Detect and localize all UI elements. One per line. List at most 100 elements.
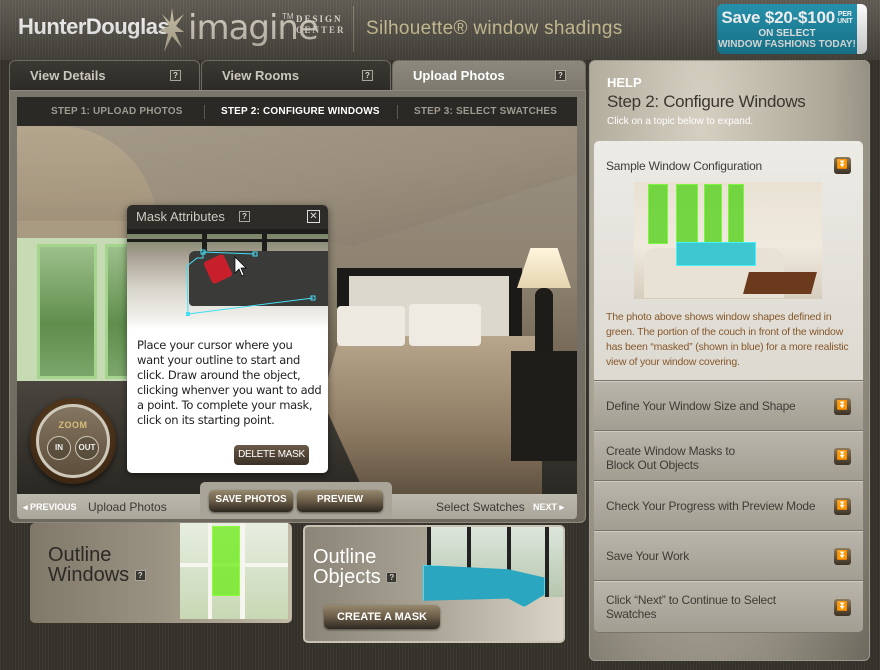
header-divider <box>353 6 354 52</box>
help-icon[interactable]: ? <box>386 572 398 584</box>
help-topic-preview-mode[interactable]: Check Your Progress with Preview Mode ⏬ <box>594 481 863 531</box>
promo-line3: WINDOW FASHIONS TODAY! <box>718 39 856 50</box>
mask-attributes-dialog: Mask Attributes ? ✕ Place your cursor wh… <box>127 205 328 473</box>
expand-icon[interactable]: ⏬ <box>834 548 851 565</box>
step-label: CONFIGURE WINDOWS <box>263 106 380 117</box>
mask-instructions: Place your cursor where you want your ou… <box>137 338 322 427</box>
zoom-out-button[interactable]: OUT <box>75 436 99 460</box>
site-header: HunterDouglas imagine TM DESIGN CENTER S… <box>0 0 880 60</box>
previous-link[interactable]: ◂ PREVIOUS <box>23 502 77 513</box>
tab-view-details[interactable]: View Details ? <box>9 60 200 92</box>
zoom-ring: ZOOM IN OUT <box>36 404 110 478</box>
promo-per: PER <box>837 11 852 18</box>
green-window-outline <box>212 526 240 596</box>
promo-arrow-icon: ▸ <box>861 24 866 33</box>
card-title-text: Objects <box>313 566 381 588</box>
help-icon[interactable]: ? <box>555 70 566 81</box>
card-title: Outline Objects ? <box>313 546 398 588</box>
tab-label: View Rooms <box>222 68 300 83</box>
coffee-table <box>743 272 817 294</box>
step-2[interactable]: STEP 2: CONFIGURE WINDOWS <box>221 106 380 117</box>
design-center-label: DESIGN CENTER <box>296 14 346 36</box>
dialog-title-bar[interactable]: Mask Attributes ? ✕ <box>127 205 328 229</box>
topic-title-line1: Click “Next” to Continue to Select <box>606 593 776 607</box>
card-title-line2: Windows ? <box>48 565 146 585</box>
topic-title: Save Your Work <box>606 549 690 563</box>
blue-mask-shape <box>676 242 756 266</box>
cursor-icon <box>234 256 247 277</box>
help-icon[interactable]: ? <box>134 570 146 582</box>
topic-title-line1: Create Window Masks to <box>606 444 735 458</box>
action-bar: SAVE PHOTOS PREVIEW <box>200 482 392 519</box>
expand-icon[interactable]: ⏬ <box>834 599 851 616</box>
card-title-line2: Objects ? <box>313 566 398 588</box>
promo-unit: UNIT <box>837 18 853 25</box>
help-topic-window-masks[interactable]: Create Window Masks to Block Out Objects… <box>594 431 863 481</box>
tab-label: View Details <box>30 68 106 83</box>
help-icon[interactable]: ? <box>170 70 181 81</box>
step-1[interactable]: STEP 1: UPLOAD PHOTOS <box>51 106 183 117</box>
topic-title-line2: Swatches <box>606 607 657 621</box>
outline-objects-card[interactable]: Outline Objects ? CREATE A MASK <box>303 525 565 643</box>
topic-title: Check Your Progress with Preview Mode <box>606 499 816 513</box>
outline-windows-card[interactable]: Outline Windows ? <box>30 523 292 623</box>
expand-icon[interactable]: ⏬ <box>834 498 851 515</box>
collapse-icon[interactable]: ⏬ <box>834 157 851 174</box>
hunter-douglas-logo[interactable]: HunterDouglas <box>18 14 170 40</box>
nightstand <box>511 351 577 461</box>
promo-per-unit: PER UNIT <box>837 11 853 25</box>
design-label: DESIGN <box>296 14 343 24</box>
zoom-in-button[interactable]: IN <box>47 436 71 460</box>
next-target: Select Swatches <box>436 500 525 514</box>
help-label: HELP <box>607 75 642 90</box>
card-title-line1: Outline <box>313 546 377 568</box>
promo-savings: Save $20-$100 <box>721 8 836 27</box>
step-3[interactable]: STEP 3: SELECT SWATCHES <box>414 106 557 117</box>
green-window-shape <box>676 184 698 244</box>
help-topic-next-swatches[interactable]: Click “Next” to Continue to Select Swatc… <box>594 581 863 633</box>
sample-config-image <box>634 182 822 299</box>
window-mullion <box>240 523 245 619</box>
product-title: Silhouette® window shadings <box>366 18 623 39</box>
previous-nav[interactable]: ◂ PREVIOUS Upload Photos <box>17 494 200 519</box>
delete-mask-button[interactable]: DELETE MASK <box>234 445 309 465</box>
tab-view-rooms[interactable]: View Rooms ? <box>201 60 391 92</box>
trademark: TM <box>282 12 294 21</box>
center-label: CENTER <box>296 25 346 35</box>
create-mask-button[interactable]: CREATE A MASK <box>324 605 440 629</box>
next-nav[interactable]: Select Swatches NEXT ▸ <box>392 494 577 519</box>
close-icon[interactable]: ✕ <box>307 210 320 223</box>
next-link[interactable]: NEXT ▸ <box>533 502 564 513</box>
step-label: UPLOAD PHOTOS <box>93 106 183 117</box>
step-divider <box>204 105 205 119</box>
topic-title: Sample Window Configuration <box>606 159 763 173</box>
help-topic-sample-config[interactable]: Sample Window Configuration ⏬ The photo … <box>594 141 863 381</box>
help-subtitle: Click on a topic below to expand. <box>607 116 754 127</box>
expand-icon[interactable]: ⏬ <box>834 448 851 465</box>
topic-title: Create Window Masks to Block Out Objects <box>606 444 735 472</box>
topic-title: Click “Next” to Continue to Select Swatc… <box>606 593 776 621</box>
help-title: Step 2: Configure Windows <box>607 92 806 111</box>
window-example-image <box>180 523 288 619</box>
mask-example-image <box>127 229 328 329</box>
pillow <box>337 306 405 346</box>
dialog-title: Mask Attributes <box>136 209 225 224</box>
previous-target: Upload Photos <box>88 500 167 514</box>
imagine-burst-icon <box>160 8 184 52</box>
help-icon[interactable]: ? <box>239 211 250 222</box>
window-pane <box>37 244 97 379</box>
promo-banner[interactable]: Save $20-$100 PER UNIT ON SELECT WINDOW FA… <box>717 4 867 54</box>
green-window-shape <box>648 184 668 244</box>
topic-description: The photo above shows window shapes defi… <box>606 311 849 368</box>
help-topic-window-size[interactable]: Define Your Window Size and Shape ⏬ <box>594 381 863 431</box>
preview-button[interactable]: PREVIEW <box>297 490 383 512</box>
tab-label: Upload Photos <box>413 68 505 83</box>
help-icon[interactable]: ? <box>362 70 373 81</box>
expand-icon[interactable]: ⏬ <box>834 398 851 415</box>
pillow <box>409 304 481 346</box>
save-photos-button[interactable]: SAVE PHOTOS <box>209 490 293 512</box>
zoom-control: ZOOM IN OUT <box>30 398 116 484</box>
zoom-label: ZOOM <box>58 420 88 430</box>
step-prefix: STEP 1: <box>51 106 91 117</box>
help-topic-save-work[interactable]: Save Your Work ⏬ <box>594 531 863 581</box>
